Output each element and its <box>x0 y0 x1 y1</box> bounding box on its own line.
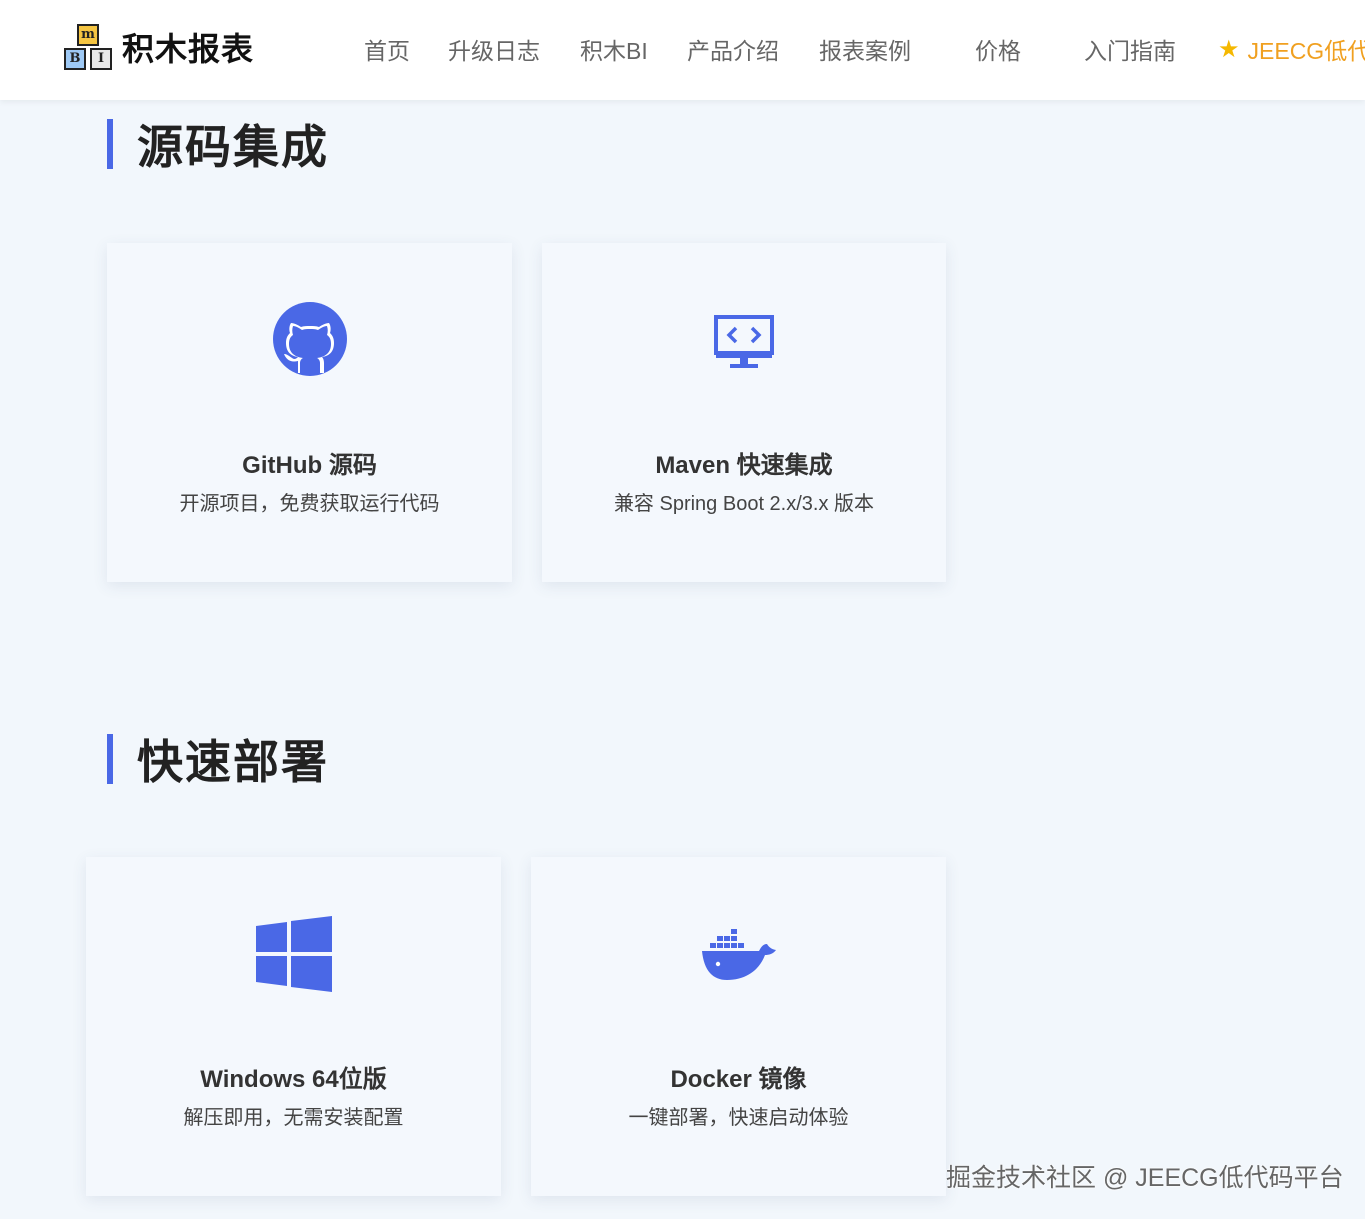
nav-item-jimu-bi[interactable]: 积木BI <box>580 32 648 66</box>
section-title-source: 源码集成 <box>107 118 329 173</box>
main-nav: 首页 升级日志 积木BI 产品介绍 报表案例 价格 入门指南 ★ JEECG低代 <box>0 0 1365 96</box>
card-maven-integration[interactable]: Maven 快速集成 兼容 Spring Boot 2.x/3.x 版本 <box>542 243 946 582</box>
windows-icon <box>255 916 332 992</box>
section-title-text: 源码集成 <box>137 121 329 173</box>
card-description: 一键部署，快速启动体验 <box>628 1107 849 1129</box>
top-header: m B I 积木报表 首页 升级日志 积木BI 产品介绍 报表案例 价格 入门指… <box>0 0 1365 100</box>
section-title-bar <box>107 734 113 784</box>
card-description: 开源项目，免费获取运行代码 <box>179 493 440 515</box>
card-github-source[interactable]: GitHub 源码 开源项目，免费获取运行代码 <box>107 243 512 582</box>
nav-item-changelog[interactable]: 升级日志 <box>448 32 540 66</box>
docker-icon <box>701 927 777 983</box>
section-title-bar <box>107 119 113 169</box>
card-description: 解压即用，无需安装配置 <box>183 1107 404 1129</box>
section-title-deploy: 快速部署 <box>107 733 329 788</box>
nav-item-getting-started[interactable]: 入门指南 <box>1084 32 1176 66</box>
card-title: Docker 镜像 <box>670 1066 807 1093</box>
nav-item-pricing[interactable]: 价格 <box>975 32 1021 66</box>
card-title: GitHub 源码 <box>242 452 377 479</box>
nav-item-jeecg-label: JEECG低代 <box>1247 38 1365 64</box>
card-windows-64[interactable]: Windows 64位版 解压即用，无需安装配置 <box>86 857 501 1196</box>
card-docker-image[interactable]: Docker 镜像 一键部署，快速启动体验 <box>531 857 946 1196</box>
card-title: Windows 64位版 <box>200 1066 387 1093</box>
nav-item-report-cases[interactable]: 报表案例 <box>819 32 911 66</box>
nav-item-home[interactable]: 首页 <box>364 32 410 66</box>
github-icon <box>272 301 348 379</box>
section-title-text: 快速部署 <box>137 736 329 788</box>
code-monitor-icon <box>714 315 774 371</box>
watermark: 掘金技术社区 @ JEECG低代码平台 <box>946 1164 1344 1192</box>
star-icon: ★ <box>1218 35 1240 63</box>
nav-item-product-intro[interactable]: 产品介绍 <box>687 32 779 66</box>
card-description: 兼容 Spring Boot 2.x/3.x 版本 <box>613 493 875 515</box>
card-title: Maven 快速集成 <box>655 452 833 479</box>
nav-item-jeecg[interactable]: ★ JEECG低代 <box>1218 32 1365 66</box>
